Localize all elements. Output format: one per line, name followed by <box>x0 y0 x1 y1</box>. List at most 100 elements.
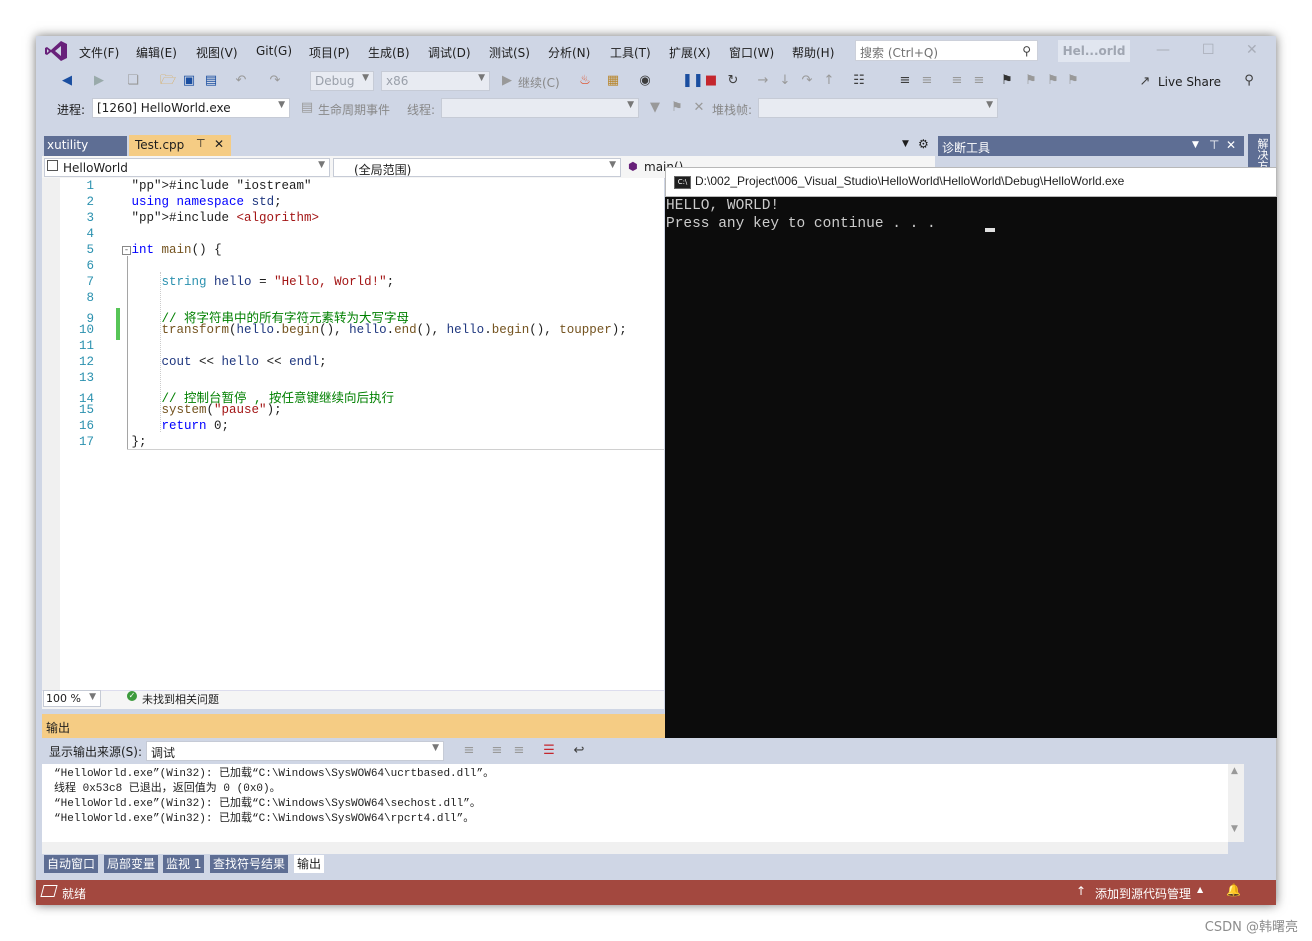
line-number: 2 <box>86 195 94 209</box>
code-text: return 0; <box>161 419 230 433</box>
bottom-tab[interactable]: 自动窗口 <box>44 855 99 873</box>
menu-item[interactable]: 项目(P) <box>309 44 350 61</box>
stop-icon[interactable]: ■ <box>704 74 718 88</box>
save-all-icon[interactable]: ▤ <box>204 74 218 88</box>
settings-gear-icon[interactable]: ⚙ <box>918 137 929 151</box>
tab-overflow-icon[interactable]: ▼ <box>902 139 909 149</box>
maximize-icon[interactable]: ☐ <box>1202 42 1215 58</box>
prev-bookmark-icon[interactable]: ⚑ <box>1024 74 1038 88</box>
menu-item[interactable]: 分析(N) <box>548 44 590 61</box>
pause-icon[interactable]: ❚❚ <box>682 74 704 88</box>
zoom-select[interactable]: 100 % ▼ <box>43 690 101 707</box>
hex-display-icon[interactable]: ☷ <box>852 74 866 88</box>
output-window-icon[interactable] <box>40 885 58 897</box>
scroll-down-icon[interactable]: ▼ <box>1231 824 1238 834</box>
show-next-statement-icon[interactable]: → <box>756 74 770 88</box>
step-out-icon[interactable]: ↑ <box>822 74 836 88</box>
redo-icon[interactable]: ↷ <box>268 74 282 88</box>
code-line: 8 <box>60 291 660 307</box>
threads-icon[interactable]: ≡ <box>898 74 912 88</box>
menu-item[interactable]: 编辑(E) <box>136 44 177 61</box>
clear-bookmarks-icon[interactable]: ⚑ <box>1066 74 1080 88</box>
menu-item[interactable]: 扩展(X) <box>669 44 711 61</box>
comment-icon[interactable]: ≡ <box>950 74 964 88</box>
menu-item[interactable]: 视图(V) <box>196 44 238 61</box>
line-number: 13 <box>78 371 94 385</box>
browse-icon[interactable]: ▦ <box>606 74 620 88</box>
share-icon[interactable]: ↗ <box>1138 75 1152 89</box>
find-message-icon[interactable]: ≡ <box>462 744 476 758</box>
check-icon: ✓ <box>127 691 137 701</box>
solution-name-badge[interactable]: Hel...orld <box>1058 40 1130 62</box>
menu-item[interactable]: 帮助(H) <box>792 44 834 61</box>
hot-reload-icon[interactable]: ♨ <box>578 74 592 88</box>
process-select[interactable]: [1260] HelloWorld.exe ▼ <box>92 98 290 118</box>
live-share-button[interactable]: Live Share <box>1158 75 1221 89</box>
continue-icon[interactable]: ▶ <box>500 74 514 88</box>
issues-status[interactable]: 未找到相关问题 <box>142 691 219 707</box>
pin-icon[interactable]: ⊤ <box>196 137 206 150</box>
close-window-icon[interactable]: ✕ <box>1246 42 1258 58</box>
menu-item[interactable]: 工具(T) <box>610 44 651 61</box>
flag-thread-icon[interactable]: ⚑ <box>670 101 684 115</box>
open-folder-icon[interactable]: 🗁 <box>160 74 176 88</box>
bottom-tab[interactable]: 局部变量 <box>104 855 159 873</box>
bookmark-icon[interactable]: ⚑ <box>1000 74 1014 88</box>
forward-icon[interactable]: ▶ <box>92 74 106 88</box>
next-message-icon[interactable]: ≡ <box>512 744 526 758</box>
screenshot-icon[interactable]: ◉ <box>638 74 652 88</box>
new-item-icon[interactable]: ❏ <box>126 74 140 88</box>
output-horizontal-scrollbar[interactable] <box>42 842 1228 854</box>
solution-config-select[interactable]: Debug ▼ <box>310 71 374 91</box>
menu-item[interactable]: 文件(F) <box>79 44 119 61</box>
back-icon[interactable]: ◀ <box>60 74 74 88</box>
stackframe-select[interactable]: ▼ <box>758 98 998 118</box>
bottom-tab[interactable]: 监视 1 <box>163 855 205 873</box>
uncomment-icon[interactable]: ≡ <box>972 74 986 88</box>
continue-button[interactable]: 继续(C) <box>518 74 560 91</box>
undo-icon[interactable]: ↶ <box>234 74 248 88</box>
feedback-icon[interactable]: ⚲ <box>1242 74 1256 88</box>
menu-item[interactable]: Git(G) <box>256 44 292 58</box>
menu-item[interactable]: 生成(B) <box>368 44 410 61</box>
scope-dropdown[interactable]: (全局范围) ▼ <box>333 158 621 177</box>
bottom-tab[interactable]: 查找符号结果 <box>210 855 289 873</box>
stack-icon[interactable]: ≡ <box>920 74 934 88</box>
restart-icon[interactable]: ↻ <box>726 74 740 88</box>
expand-callstack-icon[interactable]: ✕ <box>692 101 706 115</box>
prev-message-icon[interactable]: ≡ <box>490 744 504 758</box>
step-into-icon[interactable]: ↓ <box>778 74 792 88</box>
console-output[interactable] <box>665 197 1277 738</box>
notification-bell-icon[interactable]: 🔔 <box>1226 883 1241 897</box>
filter-icon[interactable]: ▼ <box>648 101 662 115</box>
save-icon[interactable]: ▣ <box>182 74 196 88</box>
menu-item[interactable]: 调试(D) <box>428 44 471 61</box>
close-tab-icon[interactable]: ✕ <box>214 137 224 151</box>
add-to-source-control[interactable]: 添加到源代码管理 <box>1095 885 1191 902</box>
thread-select[interactable]: ▼ <box>441 98 639 118</box>
menu-item[interactable]: 窗口(W) <box>729 44 774 61</box>
tab-test-cpp[interactable]: Test.cpp ⊤ ✕ <box>129 135 231 157</box>
close-diagnostic-icon[interactable]: ✕ <box>1226 138 1236 152</box>
scroll-up-icon[interactable]: ▲ <box>1231 766 1238 776</box>
menu-item[interactable]: 测试(S) <box>489 44 530 61</box>
caret-up-icon[interactable]: ▲ <box>1197 885 1203 894</box>
output-source-select[interactable]: 调试 ▼ <box>146 741 444 761</box>
project-dropdown[interactable]: HelloWorld ▼ <box>44 158 330 177</box>
word-wrap-icon[interactable]: ↩ <box>572 744 586 758</box>
lifecycle-events-button[interactable]: 生命周期事件 <box>318 101 390 118</box>
next-bookmark-icon[interactable]: ⚑ <box>1046 74 1060 88</box>
code-text: transform(hello.begin(), hello.end(), he… <box>161 323 627 337</box>
output-vertical-scrollbar[interactable]: ▲ ▼ <box>1228 764 1244 842</box>
window-menu-icon[interactable]: ▼ <box>1192 140 1199 150</box>
step-over-icon[interactable]: ↷ <box>800 74 814 88</box>
minimize-icon[interactable]: — <box>1156 42 1170 58</box>
pin-window-icon[interactable]: ⊤ <box>1209 138 1219 152</box>
bottom-tab[interactable]: 输出 <box>294 855 325 873</box>
status-bar: 就绪 ↑ 添加到源代码管理 ▲ 🔔 <box>36 880 1276 905</box>
tab-xutility[interactable]: xutility <box>44 136 127 156</box>
platform-select[interactable]: x86 ▼ <box>381 71 490 91</box>
search-box[interactable]: 搜索 (Ctrl+Q) ⚲ <box>855 40 1038 61</box>
clear-all-icon[interactable]: ☰ <box>542 744 556 758</box>
